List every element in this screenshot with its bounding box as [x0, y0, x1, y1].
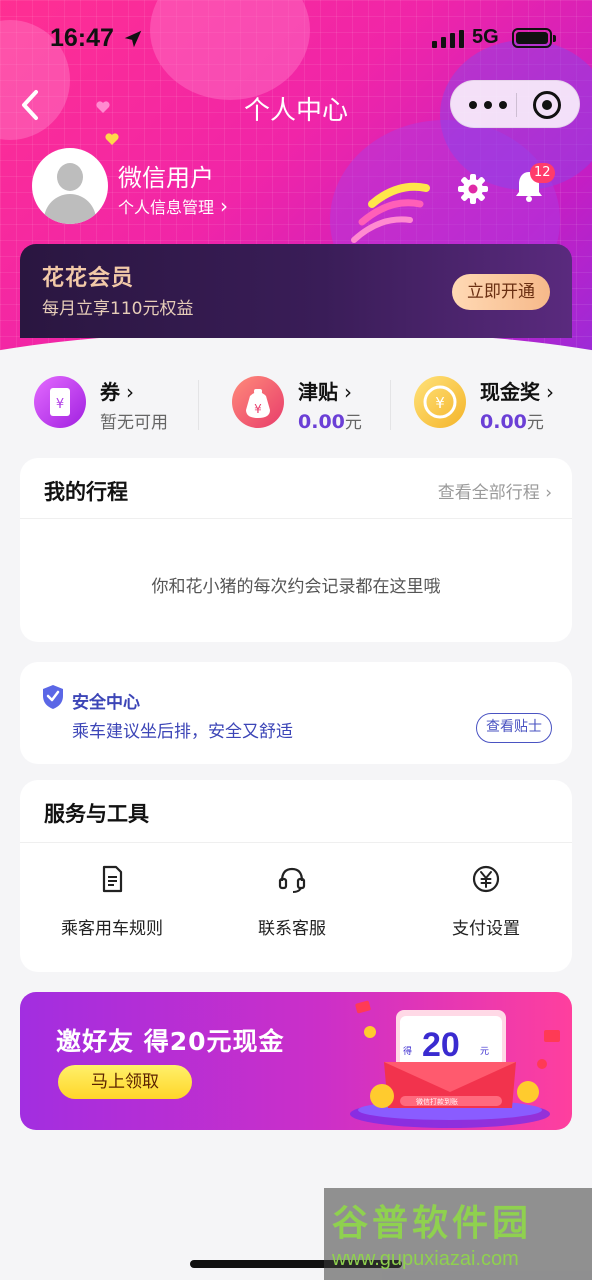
coupon-label: 券	[100, 380, 120, 404]
coupon-label-row: 券 ›	[100, 376, 134, 405]
passenger-rules-button[interactable]: 乘客用车规则	[22, 864, 202, 954]
watermark-brand: 谷普软件园	[332, 1203, 533, 1244]
safety-title: 安全中心	[72, 693, 140, 713]
divider	[198, 380, 199, 430]
chevron-right-icon: ›	[220, 194, 229, 218]
battery-icon	[512, 28, 556, 48]
vip-banner[interactable]: 花花会员 每月立享110元权益 立即开通	[20, 244, 572, 338]
divider	[20, 518, 572, 519]
allowance-value: 0.00元	[298, 408, 362, 433]
chevron-right-icon: ›	[344, 380, 352, 404]
wallet-row: ¥ 券 › 暂无可用 ¥ 津贴 › 0.00元 ¥ 现金奖 › 0.00元	[0, 368, 592, 438]
network-type: 5G	[472, 26, 499, 48]
close-target-icon[interactable]	[533, 91, 561, 119]
username[interactable]: 微信用户	[118, 158, 214, 193]
trips-empty-message: 你和花小猪的每次约会记录都在这里哦	[151, 577, 441, 597]
tools-title: 服务与工具	[44, 802, 149, 826]
capsule-divider	[516, 93, 517, 117]
coin-icon: ¥	[414, 376, 466, 428]
notification-badge: 12	[530, 163, 555, 183]
gift-card-caption: 得	[403, 1047, 413, 1057]
headset-icon	[278, 867, 306, 893]
invite-friends-banner[interactable]: 邀好友 得20元现金 马上领取 得 20 元 微信打款到账	[20, 992, 572, 1130]
cash-reward-amount: 0.00	[480, 411, 527, 433]
nav-bar: 个人中心	[0, 80, 592, 130]
safety-center-card[interactable]: 安全中心 乘车建议坐后排，安全又舒适 查看贴士	[20, 662, 572, 764]
my-trips-card: 我的行程 查看全部行程 › 你和花小猪的每次约会记录都在这里哦	[20, 458, 572, 642]
heart-icon	[96, 101, 110, 113]
status-time: 16:47	[50, 24, 114, 52]
avatar-head	[57, 163, 83, 191]
gear-icon[interactable]	[456, 172, 490, 206]
invite-title: 邀好友 得20元现金	[56, 1027, 285, 1056]
services-tools-card: 服务与工具 乘客用车规则 联系客服 支付设置	[20, 780, 572, 972]
view-all-trips-link[interactable]: 查看全部行程 ›	[438, 478, 552, 503]
cash-reward-label: 现金奖	[480, 380, 540, 404]
miniprogram-capsule	[450, 80, 580, 128]
location-arrow-icon	[124, 30, 142, 48]
rainbow-decor-icon	[351, 182, 430, 243]
claim-now-button[interactable]: 马上领取	[58, 1065, 192, 1099]
view-tips-button[interactable]: 查看贴士	[476, 713, 552, 743]
safety-subtitle: 乘车建议坐后排，安全又舒适	[72, 722, 293, 742]
shield-icon	[43, 685, 63, 709]
passenger-rules-label: 乘客用车规则	[61, 919, 163, 939]
watermark-url: www.gupuxiazai.com	[332, 1248, 519, 1270]
svg-text:¥: ¥	[254, 402, 262, 416]
cash-reward-entry[interactable]: ¥ 现金奖 › 0.00元	[414, 368, 584, 438]
status-bar: 16:47 5G	[0, 22, 592, 58]
payment-settings-button[interactable]: 支付设置	[396, 864, 576, 954]
coupon-icon: ¥	[34, 376, 86, 428]
avatar-body	[44, 194, 96, 224]
vip-open-button[interactable]: 立即开通	[452, 274, 550, 310]
vip-subtitle: 每月立享110元权益	[42, 299, 194, 319]
heart-icon	[105, 133, 119, 145]
gift-amount: 20	[422, 1026, 460, 1064]
chevron-right-icon: ›	[546, 380, 554, 404]
divider	[390, 380, 391, 430]
vip-title: 花花会员	[42, 266, 135, 291]
coupon-value: 暂无可用	[100, 413, 168, 433]
gift-note: 微信打款到账	[416, 1098, 458, 1106]
divider	[20, 842, 572, 843]
cash-reward-value: 0.00元	[480, 408, 544, 433]
signal-icon	[432, 30, 464, 48]
customer-service-button[interactable]: 联系客服	[202, 864, 382, 954]
allowance-label: 津贴	[298, 380, 338, 404]
gift-unit: 元	[480, 1047, 490, 1057]
document-icon	[102, 865, 123, 893]
payment-settings-label: 支付设置	[452, 919, 520, 939]
svg-text:¥: ¥	[435, 394, 445, 412]
allowance-entry[interactable]: ¥ 津贴 › 0.00元	[232, 368, 392, 438]
customer-service-label: 联系客服	[258, 919, 326, 939]
view-all-trips-label: 查看全部行程	[437, 483, 540, 503]
red-envelope-illustration: 得 20 元 微信打款到账	[330, 992, 572, 1130]
trips-title: 我的行程	[44, 480, 128, 504]
allowance-amount: 0.00	[298, 411, 345, 433]
chevron-right-icon: ›	[545, 483, 552, 503]
more-icon[interactable]	[465, 91, 511, 119]
chevron-right-icon: ›	[126, 380, 134, 404]
watermark: 谷普软件园 www.gupuxiazai.com	[324, 1188, 592, 1280]
profile-manage-label: 个人信息管理	[118, 198, 215, 217]
cash-reward-unit: 元	[526, 413, 544, 433]
avatar[interactable]	[32, 148, 108, 224]
coupon-entry[interactable]: ¥ 券 › 暂无可用	[34, 368, 194, 438]
allowance-label-row: 津贴 ›	[298, 376, 352, 405]
yuan-icon	[472, 865, 500, 893]
profile-manage-link[interactable]: 个人信息管理 ›	[118, 194, 228, 218]
allowance-unit: 元	[344, 413, 362, 433]
money-bag-icon: ¥	[232, 376, 284, 428]
svg-text:¥: ¥	[56, 397, 64, 412]
cash-reward-label-row: 现金奖 ›	[480, 376, 554, 405]
